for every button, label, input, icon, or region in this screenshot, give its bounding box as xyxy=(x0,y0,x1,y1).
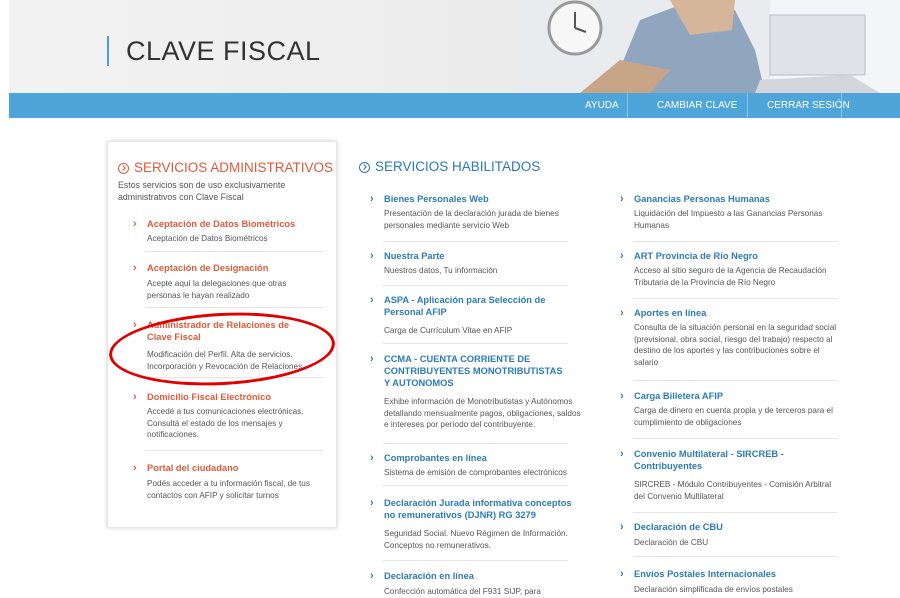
divider xyxy=(633,438,838,439)
service-title[interactable]: ASPA - Aplicación para Selección de Pers… xyxy=(384,294,579,318)
service-title[interactable]: Aportes en línea xyxy=(634,307,844,319)
admin-intro: Estos servicios son de uso exclusivament… xyxy=(118,180,286,202)
admin-item-title[interactable]: Domicilio Fiscal Electrónico xyxy=(147,391,337,403)
divider xyxy=(383,343,568,344)
admin-item-title[interactable]: Aceptación de Datos Biométricos xyxy=(147,218,337,230)
chevron-right-icon: › xyxy=(620,307,624,319)
chevron-right-icon: › xyxy=(133,262,137,274)
service-desc: Exhibe información de Monotributistas y … xyxy=(384,397,581,430)
chevron-right-icon: › xyxy=(620,193,624,205)
divider xyxy=(145,377,323,378)
divider xyxy=(145,450,323,451)
title-accent-bar xyxy=(107,36,109,66)
divider xyxy=(383,241,568,242)
chevron-right-icon: › xyxy=(133,319,137,331)
service-title[interactable]: ART Provincia de Río Negro xyxy=(634,250,844,262)
header-photo xyxy=(520,0,900,93)
chevron-right-icon: › xyxy=(370,497,374,509)
admin-item-desc: Acepte aquí la delegaciones que otras pe… xyxy=(147,279,287,300)
service-desc: Consulta de la situación personal en la … xyxy=(634,323,837,367)
divider xyxy=(633,380,838,381)
habilitados-heading: SERVICIOS HABILITADOS xyxy=(359,159,540,175)
service-desc: Seguridad Social. Nuevo Régimen de Infor… xyxy=(384,529,568,550)
service-desc: Declaración de CBU xyxy=(634,538,709,547)
top-nav-bar: AYUDA CAMBIAR CLAVE CERRAR SESIÓN xyxy=(9,93,900,118)
chevron-right-icon: › xyxy=(370,452,374,464)
divider xyxy=(383,285,568,286)
chevron-right-icon: › xyxy=(620,448,624,460)
divider xyxy=(633,241,838,242)
servicios-administrativos-panel: SERVICIOS ADMINISTRATIVOS Estos servicio… xyxy=(107,141,337,528)
chevron-right-icon: › xyxy=(370,250,374,262)
nav-divider xyxy=(747,93,748,118)
page-title: CLAVE FISCAL xyxy=(126,36,321,66)
chevron-right-icon: › xyxy=(370,193,374,205)
service-title[interactable]: Bienes Personales Web xyxy=(384,193,584,205)
chevron-right-icon: › xyxy=(370,353,374,365)
nav-divider xyxy=(627,93,628,118)
chevron-right-icon: › xyxy=(620,250,624,262)
nav-ayuda-link[interactable]: AYUDA xyxy=(585,93,619,118)
admin-item-desc: Aceptación de Datos Biométricos xyxy=(147,234,268,243)
service-desc: Acceso al sitio seguro de la Agencia de … xyxy=(634,266,827,287)
nav-cambiar-clave-link[interactable]: CAMBIAR CLAVE xyxy=(657,93,737,118)
service-desc: Carga de Currículum Vitae en AFIP xyxy=(384,326,513,335)
divider xyxy=(633,512,838,513)
service-title[interactable]: Declaración de CBU xyxy=(634,521,844,533)
admin-heading: SERVICIOS ADMINISTRATIVOS xyxy=(118,160,333,176)
habilitados-heading-text: SERVICIOS HABILITADOS xyxy=(375,159,541,174)
nav-cerrar-sesion-link[interactable]: CERRAR SESIÓN xyxy=(767,93,850,118)
admin-heading-text: SERVICIOS ADMINISTRATIVOS xyxy=(134,160,334,175)
admin-item-desc: Modificación del Perfil. Alta de servici… xyxy=(147,350,303,371)
service-title[interactable]: Ganancias Personas Humanas xyxy=(634,193,844,205)
nav-divider xyxy=(841,93,842,118)
chevron-right-icon: › xyxy=(620,568,624,580)
service-desc: Sistema de emisión de comprobantes elect… xyxy=(384,468,567,477)
chevron-right-icon: › xyxy=(620,390,624,402)
chevron-right-icon: › xyxy=(620,521,624,533)
service-desc: Declaración simplificada de envíos posta… xyxy=(634,585,793,594)
chevron-right-icon: › xyxy=(133,462,137,474)
admin-item-title[interactable]: Portal del ciudadano xyxy=(147,462,337,474)
chevron-right-icon: › xyxy=(370,294,374,306)
service-desc: Presentación de la declaración jurada de… xyxy=(384,209,559,230)
admin-item-desc: Accedé a tus comunicaciones electrónicas… xyxy=(147,407,304,440)
chevron-right-icon: › xyxy=(370,570,374,582)
divider xyxy=(145,251,323,252)
circle-arrow-icon xyxy=(359,161,370,173)
chevron-right-icon: › xyxy=(133,391,137,403)
divider xyxy=(383,443,568,444)
divider xyxy=(383,560,568,561)
divider xyxy=(633,556,838,557)
service-desc: SIRCREB - Módulo Contribuyentes - Comisi… xyxy=(634,480,832,501)
service-desc: Nuestros datos, Tu información xyxy=(384,266,498,275)
service-title[interactable]: Nuestra Parte xyxy=(384,250,584,262)
admin-item-desc: Podés acceder a tu información fiscal, d… xyxy=(147,479,310,500)
service-desc: Carga de dinero en cuenta propia y de te… xyxy=(634,406,833,427)
divider xyxy=(633,298,838,299)
service-title[interactable]: Carga Billetera AFIP xyxy=(634,390,844,402)
service-title[interactable]: Convenio Multilateral - SIRCREB - Contri… xyxy=(634,448,804,472)
service-title[interactable]: Comprobantes en línea xyxy=(384,452,584,464)
service-title[interactable]: Declaración en línea xyxy=(384,570,584,582)
service-title[interactable]: Declaración Jurada informativa conceptos… xyxy=(384,497,584,521)
divider xyxy=(383,485,568,486)
admin-item-title[interactable]: Administrador de Relaciones de Clave Fis… xyxy=(147,319,315,343)
service-desc: Liquidación del Impuesto a las Ganancias… xyxy=(634,209,823,230)
chevron-right-icon: › xyxy=(133,218,137,230)
service-title[interactable]: CCMA - CUENTA CORRIENTE DE CONTRIBUYENTE… xyxy=(384,353,564,389)
service-title[interactable]: Envíos Postales Internacionales xyxy=(634,568,844,580)
header-banner: CLAVE FISCAL xyxy=(9,0,900,93)
circle-arrow-icon xyxy=(118,162,129,174)
divider xyxy=(145,307,323,308)
admin-item-title[interactable]: Aceptación de Designación xyxy=(147,262,337,274)
